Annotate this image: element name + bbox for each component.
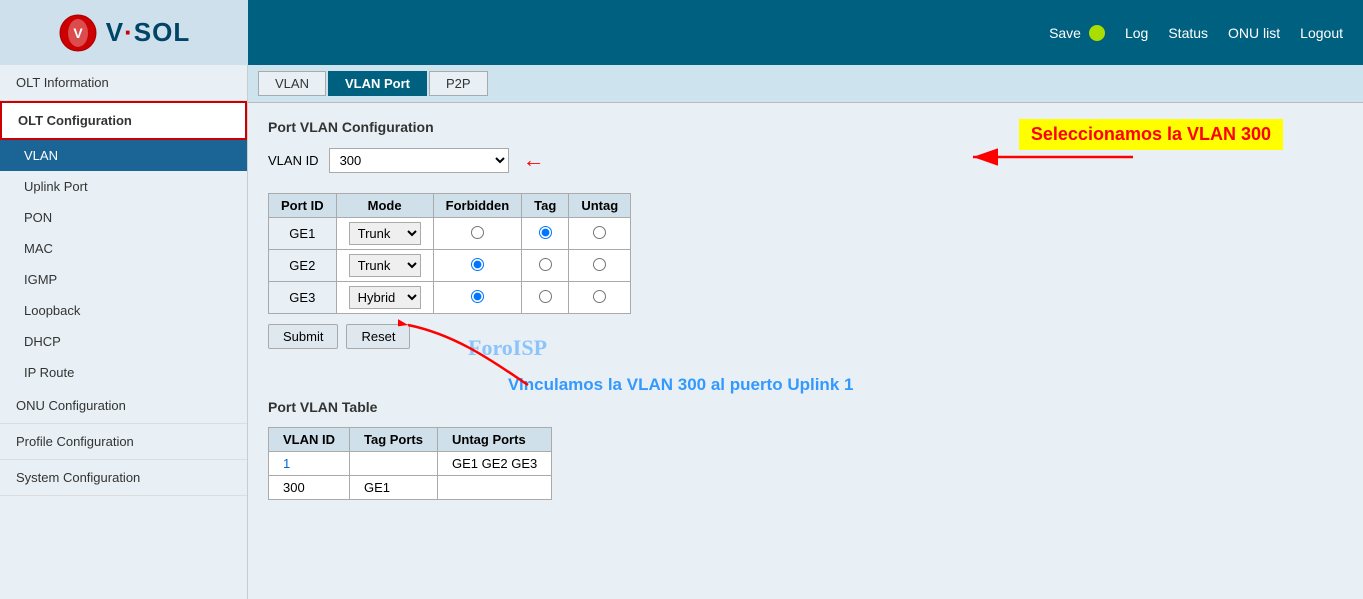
untag-ge2-radio[interactable] — [593, 258, 606, 271]
tab-vlan-port[interactable]: VLAN Port — [328, 71, 427, 96]
tag-ge1-radio[interactable] — [539, 226, 552, 239]
logo-text: V·SOL — [106, 17, 190, 48]
annotation-vlan-300: Seleccionamos la VLAN 300 — [1019, 119, 1283, 150]
vlan-id-row: VLAN ID 300 1 ← — [268, 147, 1343, 173]
header-right: Save Log Status ONU list Logout — [248, 25, 1363, 41]
vlan-table: VLAN ID Tag Ports Untag Ports 1 GE1 GE2 … — [268, 427, 552, 500]
untag-ge1-radio[interactable] — [593, 226, 606, 239]
tab-bar: VLAN VLAN Port P2P — [248, 65, 1363, 103]
status-link[interactable]: Status — [1168, 25, 1208, 41]
table-row: 300 GE1 — [269, 476, 552, 500]
arrow-right-icon: ← — [523, 147, 545, 173]
vlan-row1-id: 1 — [269, 452, 350, 476]
sidebar-item-olt-information[interactable]: OLT Information — [0, 65, 247, 101]
sidebar-item-pon[interactable]: PON — [0, 202, 247, 233]
vlan-col-untag: Untag Ports — [438, 428, 552, 452]
tag-ge3-cell[interactable] — [522, 282, 569, 314]
col-mode: Mode — [336, 194, 433, 218]
log-link[interactable]: Log — [1125, 25, 1148, 41]
sidebar-item-vlan[interactable]: VLAN — [0, 140, 247, 171]
logout-link[interactable]: Logout — [1300, 25, 1343, 41]
mode-ge3-select[interactable]: Hybrid Trunk Access — [349, 286, 421, 309]
sidebar: OLT Information OLT Configuration VLAN U… — [0, 65, 248, 599]
sidebar-item-olt-configuration[interactable]: OLT Configuration — [0, 101, 247, 140]
logo-area: V V·SOL — [0, 0, 248, 65]
tag-ge1-cell[interactable] — [522, 218, 569, 250]
mode-ge1-cell: Trunk Hybrid Access — [336, 218, 433, 250]
tag-ge2-cell[interactable] — [522, 250, 569, 282]
vlan-id-label: VLAN ID — [268, 153, 319, 168]
mode-ge2-cell: Trunk Hybrid Access — [336, 250, 433, 282]
port-config-table: Port ID Mode Forbidden Tag Untag GE1 Tru… — [268, 193, 631, 314]
vlan-row1-untag: GE1 GE2 GE3 — [438, 452, 552, 476]
onu-list-link[interactable]: ONU list — [1228, 25, 1280, 41]
col-forbidden: Forbidden — [433, 194, 522, 218]
table-row: GE3 Hybrid Trunk Access — [269, 282, 631, 314]
table-row: 1 GE1 GE2 GE3 — [269, 452, 552, 476]
content-body: Port VLAN Configuration VLAN ID 300 1 ← … — [248, 103, 1363, 516]
tab-vlan[interactable]: VLAN — [258, 71, 326, 96]
vlan-row1-tag — [350, 452, 438, 476]
sidebar-item-ip-route[interactable]: IP Route — [0, 357, 247, 388]
table-row: GE1 Trunk Hybrid Access — [269, 218, 631, 250]
col-tag: Tag — [522, 194, 569, 218]
col-port-id: Port ID — [269, 194, 337, 218]
vsol-logo-icon: V — [58, 13, 98, 53]
forbidden-ge2-cell[interactable] — [433, 250, 522, 282]
forbidden-ge3-radio[interactable] — [471, 290, 484, 303]
vlan-table-area: Port VLAN Table VLAN ID Tag Ports Untag … — [268, 399, 1343, 500]
main-layout: OLT Information OLT Configuration VLAN U… — [0, 65, 1363, 599]
port-ge2: GE2 — [269, 250, 337, 282]
sidebar-item-profile-configuration[interactable]: Profile Configuration — [0, 424, 247, 460]
vlan-table-title: Port VLAN Table — [268, 399, 1343, 415]
vlan-row2-untag — [438, 476, 552, 500]
logo: V V·SOL — [58, 13, 190, 53]
port-ge3: GE3 — [269, 282, 337, 314]
forbidden-ge3-cell[interactable] — [433, 282, 522, 314]
arrow-annotation-svg — [963, 147, 1143, 187]
annotation-uplink: Vinculamos la VLAN 300 al puerto Uplink … — [508, 375, 853, 395]
port-ge1: GE1 — [269, 218, 337, 250]
submit-button[interactable]: Submit — [268, 324, 338, 349]
tag-ge2-radio[interactable] — [539, 258, 552, 271]
tag-ge3-radio[interactable] — [539, 290, 552, 303]
vlan-id-select[interactable]: 300 1 — [329, 148, 509, 173]
forbidden-ge2-radio[interactable] — [471, 258, 484, 271]
save-button[interactable]: Save — [1049, 25, 1105, 41]
sidebar-item-uplink-port[interactable]: Uplink Port — [0, 171, 247, 202]
forbidden-ge1-radio[interactable] — [471, 226, 484, 239]
status-indicator — [1089, 25, 1105, 41]
table-row: GE2 Trunk Hybrid Access — [269, 250, 631, 282]
sidebar-item-mac[interactable]: MAC — [0, 233, 247, 264]
svg-text:V: V — [73, 25, 83, 41]
untag-ge1-cell[interactable] — [569, 218, 631, 250]
vlan-row2-tag: GE1 — [350, 476, 438, 500]
sidebar-item-loopback[interactable]: Loopback — [0, 295, 247, 326]
arrow2-svg — [398, 315, 548, 395]
vlan-row2-id: 300 — [269, 476, 350, 500]
vlan-col-tag: Tag Ports — [350, 428, 438, 452]
tab-p2p[interactable]: P2P — [429, 71, 488, 96]
content-area: VLAN VLAN Port P2P Port VLAN Configurati… — [248, 65, 1363, 599]
sidebar-item-igmp[interactable]: IGMP — [0, 264, 247, 295]
untag-ge2-cell[interactable] — [569, 250, 631, 282]
mode-ge3-cell: Hybrid Trunk Access — [336, 282, 433, 314]
sidebar-item-dhcp[interactable]: DHCP — [0, 326, 247, 357]
forbidden-ge1-cell[interactable] — [433, 218, 522, 250]
sidebar-item-system-configuration[interactable]: System Configuration — [0, 460, 247, 496]
mode-ge2-select[interactable]: Trunk Hybrid Access — [349, 254, 421, 277]
untag-ge3-cell[interactable] — [569, 282, 631, 314]
header: V V·SOL Save Log Status ONU list Logout — [0, 0, 1363, 65]
sidebar-item-onu-configuration[interactable]: ONU Configuration — [0, 388, 247, 424]
header-nav: Log Status ONU list Logout — [1125, 25, 1343, 41]
mode-ge1-select[interactable]: Trunk Hybrid Access — [349, 222, 421, 245]
col-untag: Untag — [569, 194, 631, 218]
untag-ge3-radio[interactable] — [593, 290, 606, 303]
vlan-col-id: VLAN ID — [269, 428, 350, 452]
